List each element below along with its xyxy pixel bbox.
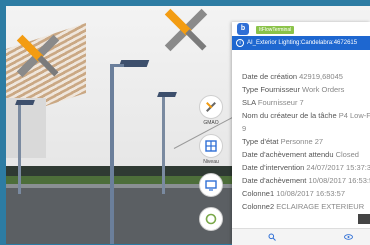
lamp-head[interactable] — [15, 100, 35, 105]
circle-icon — [205, 213, 217, 225]
list-item: Type d'état Personne 27 — [242, 137, 324, 146]
list-item: Colonne1 10/08/2017 16:53:57 — [242, 189, 346, 198]
list-item: SLA Fournisseur 7 — [242, 98, 304, 107]
gmao-button[interactable] — [199, 95, 223, 119]
level-label: Niveau — [203, 159, 219, 165]
wrench-screwdriver-icon — [16, 34, 60, 78]
side-toolbar: GMAO Niveau — [197, 95, 225, 231]
lamp-pole[interactable] — [110, 64, 114, 244]
list-item: Colonne2 ECLAIRAGE EXTERIEUR — [242, 202, 365, 211]
search-icon[interactable] — [268, 233, 276, 241]
object-title-bar: i AI_Exterior Lighting:Candelabra:4672615 — [232, 36, 370, 50]
monitor-icon — [205, 180, 217, 191]
lamp-head[interactable] — [157, 92, 177, 97]
lamp-pole[interactable] — [162, 94, 165, 194]
panel-header: b ItFlowTerminal — [232, 22, 370, 36]
terminal-badge: ItFlowTerminal — [256, 26, 295, 34]
wrench-screwdriver-icon — [206, 102, 216, 112]
gmao-label: GMAO — [203, 120, 219, 126]
properties-panel: b ItFlowTerminal i AI_Exterior Lighting:C… — [232, 22, 370, 244]
circle-button[interactable] — [199, 207, 223, 231]
object-title: AI_Exterior Lighting:Candelabra:4672615 — [247, 40, 358, 46]
screen-button[interactable] — [199, 173, 223, 197]
resize-handle[interactable] — [358, 214, 370, 224]
level-button[interactable] — [199, 134, 223, 158]
lamp-pole[interactable] — [18, 102, 21, 194]
app-icon[interactable]: b — [237, 23, 249, 35]
lamp-arm — [110, 64, 124, 67]
list-item: Date d'achèvement attendu Closed — [242, 150, 359, 159]
list-item: Date d'achèvement 10/08/2017 16:53:5 — [242, 176, 370, 185]
list-item: Type Fournisseur Work Orders — [242, 85, 345, 94]
info-icon[interactable]: i — [236, 39, 244, 47]
list-item: Date de création 42919,68045 — [242, 72, 343, 81]
list-item: Nom du créateur de la tâche P4 Low-Fi — [242, 111, 370, 120]
list-item: 9 — [242, 124, 247, 133]
properties-list: Date de création 42919,68045 Type Fourni… — [242, 70, 370, 236]
list-item: Date d'intervention 24/07/2017 15:37:3 — [242, 163, 370, 172]
building — [6, 98, 46, 158]
eye-icon[interactable] — [344, 234, 353, 240]
wrench-screwdriver-icon — [164, 8, 208, 52]
layers-icon — [205, 140, 217, 152]
panel-bottom-bar — [232, 228, 370, 245]
